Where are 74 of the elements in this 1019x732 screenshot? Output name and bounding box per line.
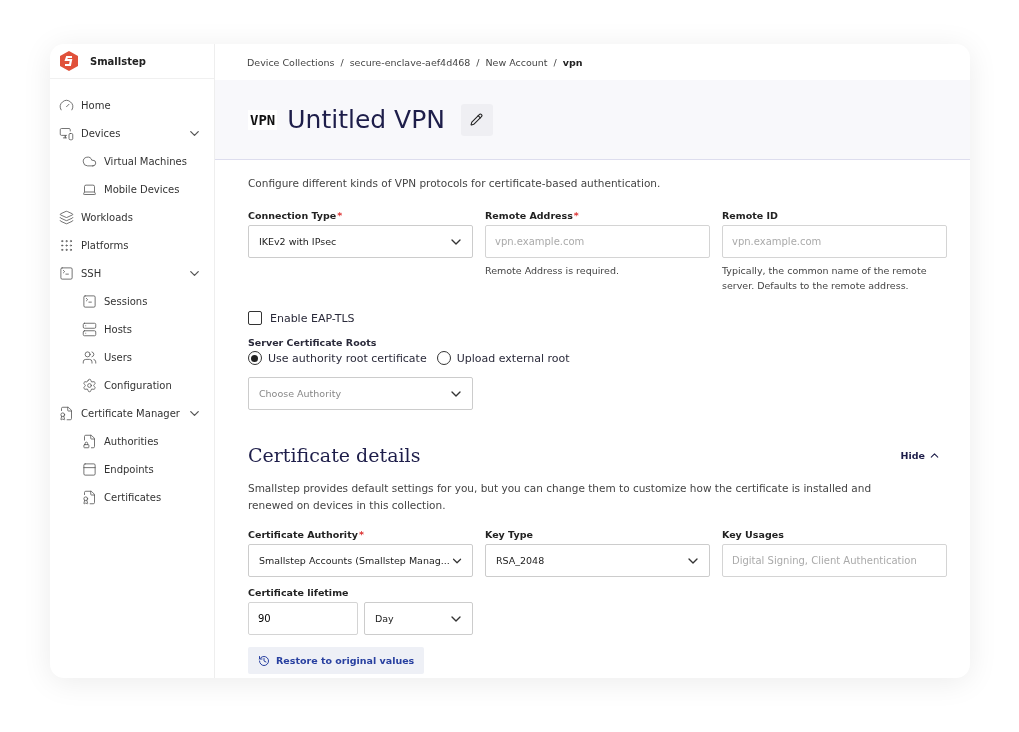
breadcrumb-link[interactable]: Device Collections <box>246 56 335 68</box>
input-field[interactable]: vpn.example.com <box>721 225 947 258</box>
sidebar-subitem[interactable]: Mobile Devices <box>50 175 214 203</box>
required-mark: * <box>573 210 579 221</box>
sidebar-subitem[interactable]: Certificates <box>50 483 214 511</box>
field-label: Connection Type* <box>247 210 344 221</box>
checkbox-option[interactable]: Enable EAP-TLS <box>247 311 947 325</box>
sidebar-subitem[interactable]: Endpoints <box>50 455 214 483</box>
sidebar-item[interactable]: SSH <box>50 259 214 287</box>
nav-icon <box>59 237 74 253</box>
field-label: Key Type <box>484 529 534 540</box>
select-field[interactable]: RSA_2048 <box>484 544 710 577</box>
input-field[interactable]: vpn.example.com <box>484 225 710 258</box>
logo-icon <box>58 50 80 72</box>
restore-button[interactable]: Restore to original values <box>247 647 425 674</box>
help-text: Typically, the common name of the remote server. Defaults to the remote address. <box>721 264 928 293</box>
sidebar-subitem[interactable]: Virtual Machines <box>50 147 214 175</box>
section-title: Certificate details <box>247 444 421 466</box>
breadcrumb-separator: / <box>553 56 557 68</box>
sidebar-item[interactable]: Devices <box>50 119 214 147</box>
nav-icon <box>82 489 97 505</box>
nav-icon <box>59 209 74 225</box>
sidebar-item[interactable]: Certificate Manager <box>50 399 214 427</box>
sidebar-item[interactable]: Home <box>50 91 214 119</box>
history-icon <box>257 654 270 667</box>
edit-button[interactable] <box>461 103 493 136</box>
sidebar-subitem[interactable]: Sessions <box>50 287 214 315</box>
radio-option[interactable]: Use authority root certificate <box>247 351 427 365</box>
page-title: Untitled VPN <box>287 105 445 134</box>
help-text: Remote Address is required. <box>484 264 620 278</box>
nav-icon <box>82 293 97 309</box>
nav-icon <box>82 433 97 449</box>
input-field[interactable]: 90 <box>247 602 358 635</box>
field-label: Remote ID <box>721 210 779 221</box>
nav-icon <box>59 97 74 113</box>
radio-option[interactable]: Upload external root <box>436 351 570 365</box>
nav-icon <box>82 377 97 393</box>
nav-icon <box>59 405 74 421</box>
nav-icon <box>82 349 97 365</box>
nav-icon <box>82 181 97 197</box>
section-description: Smallstep provides default settings for you, but you can change them to customize how the certificate is installed and renewed on devices in this collection. <box>247 481 873 513</box>
sidebar-subitem[interactable]: Configuration <box>50 371 214 399</box>
sidebar-subitem[interactable]: Authorities <box>50 427 214 455</box>
field-label: Certificate Authority* <box>247 529 365 540</box>
field-label: Certificate lifetime <box>247 587 350 598</box>
breadcrumb-link[interactable]: New Account <box>485 56 548 68</box>
input-field[interactable]: Digital Signing, Client Authentication <box>721 544 947 577</box>
sidebar-subitem[interactable]: Hosts <box>50 315 214 343</box>
select-field[interactable]: Smallstep Accounts (Smallstep Manag... <box>247 544 473 577</box>
select-field[interactable]: Choose Authority <box>247 377 473 410</box>
hide-toggle[interactable]: Hide <box>894 447 947 463</box>
pencil-icon <box>470 113 484 126</box>
vpn-badge: VPN <box>247 109 278 130</box>
nav-icon <box>82 153 97 169</box>
field-label: Server Certificate Roots <box>247 337 378 348</box>
nav-icon <box>59 125 74 141</box>
sidebar-item[interactable]: Workloads <box>50 203 214 231</box>
nav-icon <box>82 321 97 337</box>
sidebar-item[interactable]: Platforms <box>50 231 214 259</box>
breadcrumb-separator: / <box>340 56 344 68</box>
required-mark: * <box>358 529 364 540</box>
sidebar-subitem[interactable]: Users <box>50 343 214 371</box>
required-mark: * <box>337 210 343 221</box>
brand-name: Smallstep <box>90 55 146 67</box>
nav-icon <box>59 265 74 281</box>
field-label: Remote Address* <box>484 210 580 221</box>
nav-icon <box>82 461 97 477</box>
section-description: Configure different kinds of VPN protocols for certificate-based authentication. <box>247 176 662 191</box>
breadcrumb-link[interactable]: secure-enclave-aef4d468 <box>349 56 471 68</box>
breadcrumb-separator: / <box>476 56 480 68</box>
field-label: Key Usages <box>721 529 785 540</box>
breadcrumb-link[interactable]: vpn <box>562 56 583 68</box>
select-field[interactable]: IKEv2 with IPsec <box>247 225 473 258</box>
select-field[interactable]: Day <box>363 602 473 635</box>
